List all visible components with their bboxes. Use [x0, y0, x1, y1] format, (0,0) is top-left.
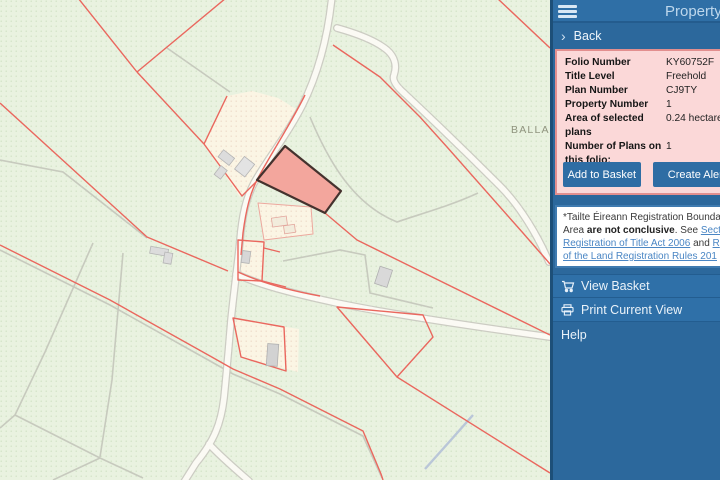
panel-title: Property	[665, 3, 720, 20]
legislation-link[interactable]: Section	[701, 225, 720, 236]
disclaimer-text: Area	[563, 225, 587, 236]
menu-item-label: View Basket	[581, 279, 650, 293]
help-button[interactable]: Help	[553, 322, 720, 348]
back-label: Back	[574, 29, 602, 43]
panel-header: Property	[553, 0, 720, 23]
legislation-link[interactable]: of the Land Registration Rules 201	[563, 251, 717, 262]
detail-row: Folio Number KY60752F	[565, 56, 720, 70]
legislation-link[interactable]: Registration of Title Act 2006	[563, 238, 690, 249]
map-background	[0, 0, 550, 480]
boundaries-disclaimer: *Tailte Éireann Registration Boundaries …	[555, 205, 720, 268]
disclaimer-text: *Tailte Éireann Registration Boundaries	[563, 212, 720, 223]
printer-icon	[561, 304, 581, 316]
print-current-view-button[interactable]: Print Current View	[553, 298, 720, 322]
panel-menu: View Basket Print Current View Help	[553, 274, 720, 348]
view-basket-button[interactable]: View Basket	[553, 274, 720, 298]
map-canvas[interactable]: BALLAH	[0, 0, 550, 480]
disclaimer-emphasis: are not conclusive	[587, 225, 675, 236]
side-panel: Property › Back Folio Number KY60752F Ti…	[550, 0, 720, 480]
detail-row: Plan Number CJ9TY	[565, 84, 720, 98]
disclaimer-text: . See	[675, 225, 701, 236]
app-window: BALLAH Property › Back Folio Number KY60…	[0, 0, 720, 480]
chevron-right-icon: ›	[561, 28, 566, 44]
detail-row: Title Level Freehold	[565, 70, 720, 84]
folio-actions: Add to Basket Create Alert	[555, 162, 720, 190]
add-to-basket-button[interactable]: Add to Basket	[563, 162, 641, 187]
menu-item-label: Print Current View	[581, 303, 682, 317]
back-button[interactable]: › Back	[553, 25, 720, 46]
disclaimer-text: and	[690, 238, 712, 249]
detail-row: Property Number 1	[565, 98, 720, 112]
menu-item-label: Help	[561, 328, 587, 342]
basket-icon	[561, 280, 581, 293]
detail-row: Area of selected plans 0.24 hectares.	[565, 112, 720, 140]
legislation-link[interactable]: R	[713, 238, 720, 249]
menu-icon[interactable]	[558, 5, 577, 18]
create-alert-button[interactable]: Create Alert	[653, 162, 720, 187]
map-label-townland: BALLAH	[511, 124, 550, 136]
